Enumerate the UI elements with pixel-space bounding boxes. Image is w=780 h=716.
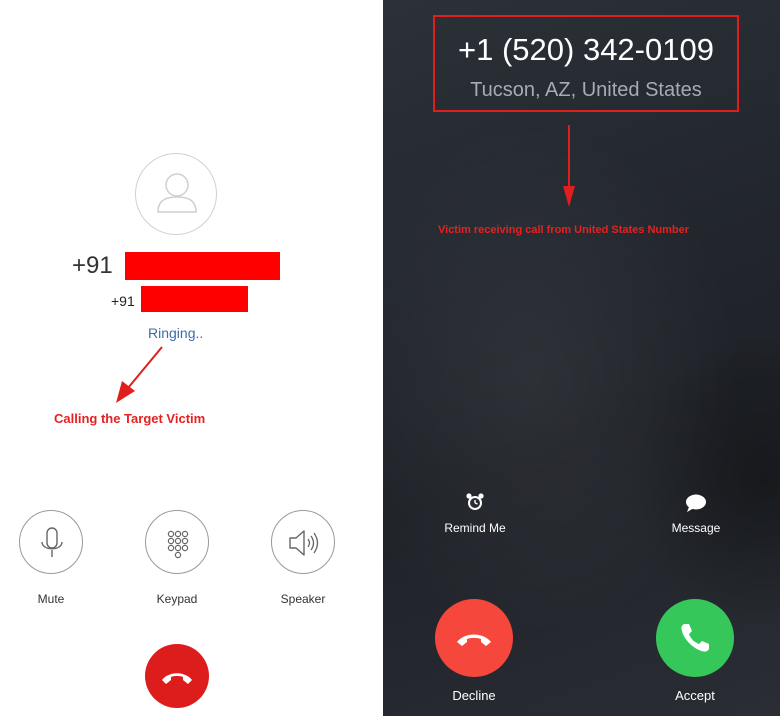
- decline-label: Decline: [452, 688, 496, 703]
- microphone-icon: [41, 527, 63, 557]
- contact-avatar: [135, 153, 217, 235]
- end-call-button[interactable]: [145, 644, 209, 708]
- outgoing-call-screen: +91 +91 Ringing.. Calling the Target Vic…: [0, 0, 370, 716]
- keypad-icon: [167, 530, 189, 559]
- redacted-secondary-block: [141, 286, 248, 312]
- accept-button[interactable]: [656, 599, 734, 677]
- keypad-label: Keypad: [156, 592, 198, 606]
- alarm-clock-icon[interactable]: [464, 491, 486, 513]
- decline-button[interactable]: [435, 599, 513, 677]
- caller-number: +1 (520) 342-0109: [458, 32, 714, 67]
- accept-label: Accept: [675, 688, 715, 703]
- annotation-arrow-left: [116, 346, 163, 403]
- secondary-number-prefix: +91: [111, 293, 135, 309]
- redacted-number-block: [125, 252, 280, 280]
- phone-hangup-icon: [457, 634, 491, 646]
- message-label[interactable]: Message: [646, 521, 746, 535]
- speaker-label: Speaker: [280, 592, 326, 606]
- dialed-number-prefix: +91: [72, 252, 113, 279]
- incoming-call-screen: +1 (520) 342-0109 Tucson, AZ, United Sta…: [383, 0, 780, 716]
- keypad-button[interactable]: [145, 510, 209, 574]
- speech-bubble-icon[interactable]: [684, 492, 708, 514]
- remind-me-label[interactable]: Remind Me: [425, 521, 525, 535]
- mute-button[interactable]: [19, 510, 83, 574]
- call-status: Ringing..: [148, 325, 204, 341]
- annotation-calling-victim: Calling the Target Victim: [54, 411, 206, 426]
- speaker-icon: [289, 530, 319, 556]
- speaker-button[interactable]: [271, 510, 335, 574]
- phone-icon: [681, 624, 709, 652]
- mute-label: Mute: [37, 592, 65, 606]
- person-icon: [157, 173, 197, 213]
- phone-hangup-icon: [162, 673, 192, 684]
- annotation-receiving-call: Victim receiving call from United States…: [438, 224, 690, 236]
- caller-location: Tucson, AZ, United States: [470, 79, 702, 101]
